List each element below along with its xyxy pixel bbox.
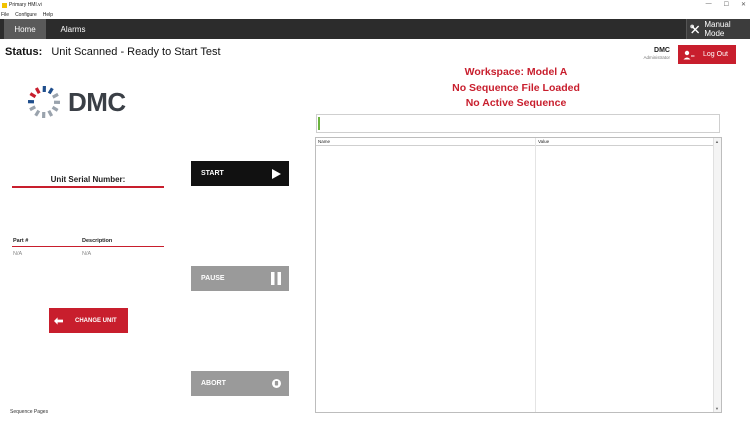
change-unit-button[interactable]: CHANGE UNIT — [49, 308, 128, 333]
parts-divider — [12, 246, 164, 247]
user-logout-icon — [683, 50, 695, 59]
sequence-file-status: No Sequence File Loaded — [452, 82, 580, 94]
menu-bar: File Configure Help — [0, 10, 750, 19]
table-header: Name Value — [316, 138, 713, 146]
pause-label: PAUSE — [201, 275, 225, 282]
scroll-up-icon[interactable]: ▲ — [715, 139, 719, 144]
logo-segment — [29, 105, 36, 112]
start-label: START — [201, 170, 224, 177]
window-controls: — ☐ ✕ — [706, 1, 746, 8]
table-scrollbar[interactable]: ▲ ▼ — [713, 138, 721, 412]
status-label: Status: — [5, 46, 43, 58]
pause-icon — [271, 272, 281, 285]
logo-segment — [29, 92, 37, 99]
pause-button[interactable]: PAUSE — [191, 266, 289, 291]
column-name[interactable]: Name — [318, 139, 330, 144]
variables-table[interactable]: Name Value ▲ ▼ — [315, 137, 722, 413]
tools-icon — [690, 24, 700, 33]
change-unit-label: CHANGE UNIT — [75, 317, 117, 324]
dmc-logo: DMC — [26, 84, 126, 120]
manual-mode-button[interactable]: Manual Mode — [686, 19, 750, 39]
menu-configure[interactable]: Configure — [15, 12, 37, 18]
description-header: Description — [82, 238, 113, 244]
column-divider — [535, 138, 536, 412]
abort-button[interactable]: ABORT — [191, 371, 289, 396]
play-icon — [272, 168, 281, 179]
start-button[interactable]: START — [191, 161, 289, 186]
scroll-down-icon[interactable]: ▼ — [715, 406, 719, 411]
app-icon — [2, 2, 7, 8]
part-number-header: Part # — [13, 238, 29, 244]
tab-alarms[interactable]: Alarms — [52, 19, 94, 39]
logo-segment — [52, 92, 59, 99]
serial-divider — [12, 186, 164, 188]
manual-mode-label: Manual Mode — [704, 20, 731, 38]
serial-number-label: Unit Serial Number: — [50, 175, 126, 184]
input-accent — [318, 117, 320, 130]
window-title: Primary HMI.vi — [9, 2, 42, 8]
active-sequence-status: No Active Sequence — [465, 97, 567, 109]
logo-segment — [34, 109, 41, 117]
maximize-icon[interactable]: ☐ — [724, 1, 729, 8]
menu-help[interactable]: Help — [43, 12, 53, 18]
dmc-logo-mark — [27, 85, 61, 119]
window-titlebar: Primary HMI.vi — ☐ ✕ — [0, 0, 750, 10]
logout-label: Log Out — [703, 51, 728, 58]
column-value[interactable]: Value — [538, 139, 549, 144]
logo-segment — [34, 87, 41, 94]
user-role: Administrator — [643, 55, 670, 60]
sequence-pages-label: Sequence Pages — [10, 409, 49, 415]
stop-hand-icon — [272, 379, 281, 388]
workspace-name: Workspace: Model A — [464, 66, 568, 78]
description-value: N/A — [82, 251, 92, 257]
status-text: Unit Scanned - Ready to Start Test — [51, 46, 221, 58]
minimize-icon[interactable]: — — [706, 1, 712, 8]
sequence-input-bar[interactable] — [316, 114, 720, 133]
nav-bar: Home Alarms Manual Mode — [0, 19, 750, 39]
logo-segment — [47, 110, 54, 117]
abort-label: ABORT — [201, 380, 226, 387]
user-name: DMC — [654, 47, 670, 54]
logo-segment — [47, 87, 54, 95]
logout-button[interactable]: Log Out — [678, 45, 736, 64]
logo-segment — [51, 105, 59, 112]
status-line: Status: Unit Scanned - Ready to Start Te… — [5, 46, 221, 58]
part-number-value: N/A — [13, 251, 23, 257]
back-arrow-icon — [54, 316, 63, 325]
tab-home[interactable]: Home — [4, 19, 46, 39]
close-icon[interactable]: ✕ — [741, 1, 746, 8]
dmc-logo-text: DMC — [68, 86, 126, 117]
menu-file[interactable]: File — [1, 12, 9, 18]
